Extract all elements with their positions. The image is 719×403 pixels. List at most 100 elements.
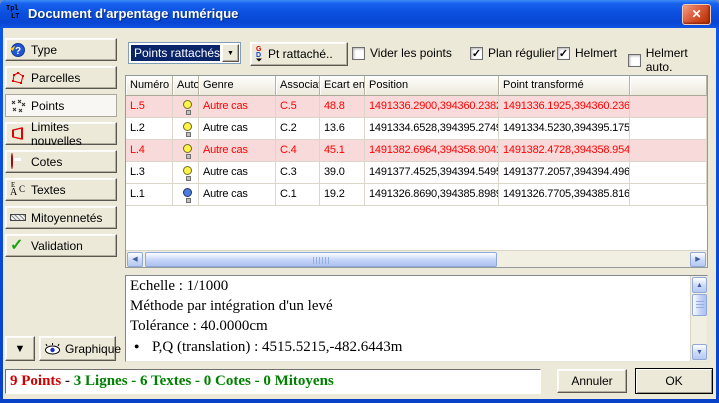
sidebar-item-label: Textes	[31, 183, 66, 197]
cancel-button[interactable]: Annuler	[557, 369, 627, 393]
column-header-numero[interactable]: Numéro	[126, 76, 173, 96]
sidebar-item-label: Limites nouvelles	[31, 120, 116, 148]
checkbox-box	[628, 54, 641, 67]
table-row[interactable]: L.2 Autre cas C.2 13.6 1491334.6528,3943…	[126, 118, 707, 140]
scroll-right-icon[interactable]: ▶	[690, 252, 706, 267]
help-icon: ?	[10, 42, 26, 58]
checkbox-plan-regulier[interactable]: ✓ Plan régulier	[470, 46, 555, 60]
table-row[interactable]: L.5 Autre cas C.5 48.8 1491336.2900,3943…	[126, 96, 707, 118]
points-table: Numéro Autor Genre Association Ecart en …	[125, 75, 708, 268]
scrollbar-thumb[interactable]	[692, 294, 707, 316]
checkbox-label: Helmert auto.	[646, 46, 716, 74]
cell-numero: L.3	[126, 162, 173, 184]
checkbox-box: ✓	[470, 47, 483, 60]
column-header-ecart[interactable]: Ecart en cm	[320, 76, 365, 96]
info-vertical-scrollbar[interactable]: ▲ ▼	[690, 276, 707, 361]
cell-point-transforme: 1491334.5230,394395.1750	[499, 118, 630, 140]
dialog-window: Tpl LT Document d'arpentage numérique ✕ …	[0, 0, 719, 403]
table-header: Numéro Autor Genre Association Ecart en …	[126, 76, 707, 96]
cell-numero: L.5	[126, 96, 173, 118]
scroll-up-icon[interactable]: ▲	[692, 277, 707, 293]
close-icon[interactable]: ✕	[682, 4, 711, 25]
ok-button[interactable]: OK	[635, 368, 713, 394]
cell-numero: L.4	[126, 140, 173, 162]
checkbox-helmert[interactable]: ✓ Helmert	[557, 46, 617, 60]
scroll-down-icon[interactable]: ▼	[692, 344, 707, 360]
bullet-icon: ●	[130, 336, 152, 356]
table-horizontal-scrollbar[interactable]: ◀ ▶	[126, 250, 707, 267]
pt-rattache-button[interactable]: G D Pt rattaché..	[250, 42, 348, 66]
sidebar-item-label: Points	[31, 99, 64, 113]
bulb-icon	[183, 188, 192, 197]
cell-association: C.1	[276, 184, 320, 206]
cell-association: C.4	[276, 140, 320, 162]
cell-point-transforme: 1491326.7705,394385.8167	[499, 184, 630, 206]
checkbox-box: ✓	[557, 47, 570, 60]
view-select-value: Points rattachés	[131, 45, 220, 61]
info-line-bulleted: ●P,Q (translation) : 4515.5215,-482.6443…	[126, 336, 707, 357]
column-header-genre[interactable]: Genre	[199, 76, 276, 96]
checkbox-helmert-auto[interactable]: Helmert auto.	[628, 46, 716, 74]
collapse-button[interactable]: ▼	[5, 336, 35, 361]
cell-autor	[173, 96, 199, 118]
sidebar-item-type[interactable]: ? Type	[5, 38, 117, 61]
column-header-position[interactable]: Position	[365, 76, 499, 96]
checkbox-vider-les-points[interactable]: Vider les points	[352, 46, 452, 60]
cell-filler	[630, 140, 707, 162]
letters-icon: E A C	[10, 182, 26, 198]
sidebar-item-points[interactable]: Points	[5, 94, 117, 117]
svg-text:?: ?	[15, 46, 21, 57]
view-select[interactable]: Points rattachés ▼	[128, 42, 241, 64]
column-header-point-transforme[interactable]: Point transformé	[499, 76, 630, 96]
bulb-icon	[183, 166, 192, 175]
cell-numero: L.2	[126, 118, 173, 140]
status-counts: 3 Lignes - 6 Textes - 0 Cotes - 0 Mitoye…	[74, 373, 334, 389]
checkbox-label: Vider les points	[370, 46, 452, 60]
cell-numero: L.1	[126, 184, 173, 206]
chevron-down-icon[interactable]: ▼	[222, 44, 239, 62]
cell-genre: Autre cas	[199, 184, 276, 206]
cell-ecart: 39.0	[320, 162, 365, 184]
parcel-icon	[10, 70, 26, 86]
limits-icon	[10, 126, 26, 142]
title-bar[interactable]: Tpl LT Document d'arpentage numérique ✕	[0, 0, 719, 28]
column-header-filler	[630, 76, 707, 96]
cell-filler	[630, 184, 707, 206]
checkbox-label: Plan régulier	[488, 46, 555, 60]
bulb-icon	[183, 144, 192, 153]
cell-association: C.5	[276, 96, 320, 118]
sidebar-item-parcelles[interactable]: Parcelles	[5, 66, 117, 89]
bulb-icon	[183, 122, 192, 131]
cell-point-transforme: 1491382.4728,394358.9548	[499, 140, 630, 162]
column-header-autor[interactable]: Autor	[173, 76, 199, 96]
sidebar-item-limites-nouvelles[interactable]: Limites nouvelles	[5, 122, 117, 145]
sidebar-item-validation[interactable]: ✓ Validation	[5, 234, 117, 257]
sidebar-item-cotes[interactable]: Cotes	[5, 150, 117, 173]
graphique-button[interactable]: Graphique	[39, 336, 116, 361]
hatch-icon	[10, 210, 26, 226]
checkbox-box	[352, 47, 365, 60]
column-header-association[interactable]: Association	[276, 76, 320, 96]
cell-genre: Autre cas	[199, 96, 276, 118]
scroll-left-icon[interactable]: ◀	[127, 252, 143, 267]
dialog-client-area: ? Type Parcelles Points	[3, 28, 716, 399]
cell-filler	[630, 96, 707, 118]
sidebar-item-mitoyennetes[interactable]: Mitoyennetés	[5, 206, 117, 229]
sidebar-item-textes[interactable]: E A C Textes	[5, 178, 117, 201]
sidebar-item-label: Cotes	[31, 155, 62, 169]
graphique-label: Graphique	[65, 342, 121, 356]
cell-autor	[173, 140, 199, 162]
cell-ecart: 19.2	[320, 184, 365, 206]
no-entry-icon	[10, 154, 26, 170]
checkbox-label: Helmert	[575, 46, 617, 60]
cell-autor	[173, 118, 199, 140]
ok-label: OK	[665, 374, 682, 388]
table-row[interactable]: L.3 Autre cas C.3 39.0 1491377.4525,3943…	[126, 162, 707, 184]
scrollbar-thumb[interactable]	[145, 252, 497, 267]
cell-association: C.2	[276, 118, 320, 140]
eye-icon	[44, 341, 61, 357]
table-row[interactable]: L.1 Autre cas C.1 19.2 1491326.8690,3943…	[126, 184, 707, 206]
window-title: Document d'arpentage numérique	[28, 0, 238, 27]
triangle-down-icon: ▼	[15, 343, 26, 355]
table-row[interactable]: L.4 Autre cas C.4 45.1 1491382.6964,3943…	[126, 140, 707, 162]
